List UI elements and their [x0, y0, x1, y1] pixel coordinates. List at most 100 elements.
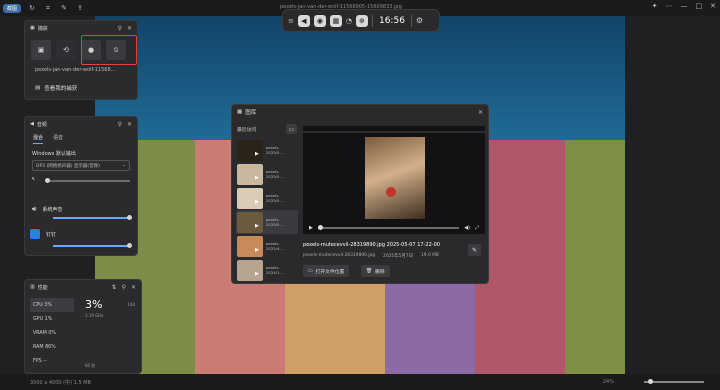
fullscreen-icon[interactable]: ⤢	[475, 225, 479, 231]
cpu-frequency: 3.19 GHz	[85, 313, 104, 318]
options-icon[interactable]: ⇅	[112, 284, 117, 291]
widget-xbox-icon[interactable]: ⊕	[355, 14, 368, 27]
performance-title: 性能	[37, 284, 48, 291]
audio-header: ◀ 音频 ⚲ ✕	[25, 117, 137, 131]
flower-detail	[386, 187, 396, 197]
metric-gpu[interactable]: GPU 1%	[30, 312, 74, 326]
thumbnail-date: 2025/5...	[266, 222, 283, 227]
play-icon: ▶	[255, 199, 259, 205]
master-volume-slider[interactable]: 🔇︎	[32, 176, 130, 184]
slider-knob[interactable]	[127, 215, 132, 220]
audio-close-icon[interactable]: ✕	[127, 121, 132, 128]
slider-knob[interactable]	[127, 243, 132, 248]
record-last-button[interactable]: ⟲	[56, 40, 76, 60]
play-icon: ▶	[255, 223, 259, 229]
app-badge[interactable]: 截图	[3, 3, 22, 13]
media-meta: pexels-mutecevvil-28319890.jpg 2025年5月7日…	[303, 253, 439, 259]
thumbnail-image	[237, 163, 263, 185]
pin-icon[interactable]: ⚲	[118, 121, 122, 128]
highlight-box	[81, 35, 137, 65]
thumbnail-item[interactable]: ▶ pexels- 2025/5...	[236, 186, 298, 210]
thumbnail-date: 2025/4...	[266, 246, 283, 251]
pin-icon[interactable]: ⚲	[118, 25, 122, 32]
gallery-icon: ▦	[237, 109, 243, 115]
open-location-button[interactable]: ▭ 打开文件位置	[303, 265, 350, 277]
close-icon[interactable]: ✕	[710, 2, 716, 10]
play-icon: ▶	[255, 247, 259, 253]
copilot-icon[interactable]: ✦	[652, 2, 658, 10]
volume-icon: 🔊︎	[32, 205, 37, 213]
system-volume-slider[interactable]	[49, 213, 132, 221]
gallery-close-icon[interactable]: ✕	[478, 109, 483, 116]
tab-voice[interactable]: 语音	[53, 134, 63, 144]
share-icon[interactable]: ⇪	[75, 3, 85, 13]
minimize-icon[interactable]: —	[681, 2, 688, 10]
widget-perf-icon[interactable]: ◔	[346, 17, 352, 25]
slider-track	[46, 180, 130, 182]
screenshot-button[interactable]: ▣	[31, 40, 51, 60]
maximize-icon[interactable]: □	[696, 2, 703, 10]
thumbnail-item[interactable]: ▶ pexels- 2025/5...	[236, 162, 298, 186]
slider-fill	[53, 217, 129, 219]
edit-button[interactable]: ✎	[468, 244, 481, 256]
media-date: 2025年5月7日	[383, 254, 413, 259]
widget-gallery-icon[interactable]: ▦	[329, 14, 342, 27]
output-device-select[interactable]: DP3 (网络扬声器) 显示器(音频) ⌄	[32, 160, 130, 171]
performance-close-icon[interactable]: ✕	[131, 284, 136, 291]
widget-capture-icon[interactable]: ◉	[313, 14, 326, 27]
more-icon[interactable]: ⋯	[666, 2, 673, 10]
slider-fill	[53, 245, 129, 247]
thumbnail-item[interactable]: ▶ pexels- 2025/5...	[236, 138, 298, 162]
gallery-title: 图库	[245, 110, 257, 116]
thumbnail-item[interactable]: ▶ pexels- 2024/1...	[236, 258, 298, 282]
capture-close-icon[interactable]: ✕	[127, 25, 132, 32]
video-progress[interactable]	[317, 225, 460, 231]
view-captures-link[interactable]: ▤ 查看我的捕获	[35, 84, 77, 92]
metric-cpu[interactable]: CPU 3%	[30, 298, 74, 312]
chevron-down-icon: ⌄	[122, 163, 126, 168]
thumbnail-item-selected[interactable]: ▶ pexels- 2025/5...	[236, 210, 298, 234]
zoom-knob[interactable]	[648, 379, 653, 385]
settings-icon[interactable]: ⚙	[416, 16, 423, 25]
gallery-icon: ▤	[35, 85, 41, 91]
delete-button[interactable]: 🗑︎ 删除	[361, 265, 390, 277]
menu-icon[interactable]: ≡	[288, 17, 294, 25]
thumbnail-item[interactable]: ▶ pexels- 2025/4...	[236, 234, 298, 258]
thumbnail-image	[237, 211, 263, 233]
metric-ram[interactable]: RAM 86%	[30, 340, 74, 354]
tab-mix[interactable]: 混合	[33, 134, 44, 144]
pin-icon[interactable]: ⚲	[122, 284, 126, 291]
wall-panel-green	[565, 140, 625, 374]
rotate-icon[interactable]: ↻	[27, 3, 37, 13]
play-button[interactable]: ▶	[309, 225, 313, 231]
widget-audio-icon[interactable]: ◀	[297, 14, 310, 27]
delete-label: 删除	[375, 269, 385, 275]
thumbnail-date: 2025/5...	[266, 198, 283, 203]
slider-knob[interactable]	[45, 178, 50, 183]
open-location-label: 打开文件位置	[315, 269, 345, 275]
crop-icon[interactable]: ⌗	[43, 3, 53, 13]
capture-header: ▣ 捕获 ⚲ ✕	[25, 21, 137, 35]
progress-knob[interactable]	[317, 225, 323, 231]
clock: 16:56	[378, 15, 405, 26]
mixer-row-dingtalk: 钉钉	[30, 229, 56, 239]
zoom-slider[interactable]	[644, 379, 704, 385]
mixer-app-name: 系统声音	[42, 207, 63, 213]
play-icon: ▶	[255, 151, 259, 157]
play-icon: ▶	[255, 271, 259, 277]
audio-widget: ◀ 音频 ⚲ ✕ 混合 语音 Windows 默认输出 DP3 (网络扬声器) 显…	[24, 116, 138, 256]
video-preview[interactable]: ▶ ◀) ⤢	[303, 126, 485, 234]
metric-fps[interactable]: FPS --	[30, 354, 74, 368]
metric-vram[interactable]: VRAM 0%	[30, 326, 74, 340]
dingtalk-volume-slider[interactable]	[49, 241, 132, 249]
thumbnail-date: 2025/5...	[266, 174, 283, 179]
thumbnail-image	[237, 235, 263, 257]
edit-icon[interactable]: ✎	[59, 3, 69, 13]
folder-button[interactable]: ▭	[286, 124, 297, 134]
recent-label: 最近访问	[237, 128, 257, 133]
volume-icon[interactable]: ◀)	[464, 225, 470, 231]
zoom-level[interactable]: 24%	[603, 379, 614, 385]
chart-icon: ▥	[30, 284, 35, 290]
gallery-widget: ▦ 图库 ✕ 最近访问 ▭ ▶ pexels- 2025/5... ▶ pexel…	[231, 104, 489, 284]
divider	[410, 14, 412, 27]
